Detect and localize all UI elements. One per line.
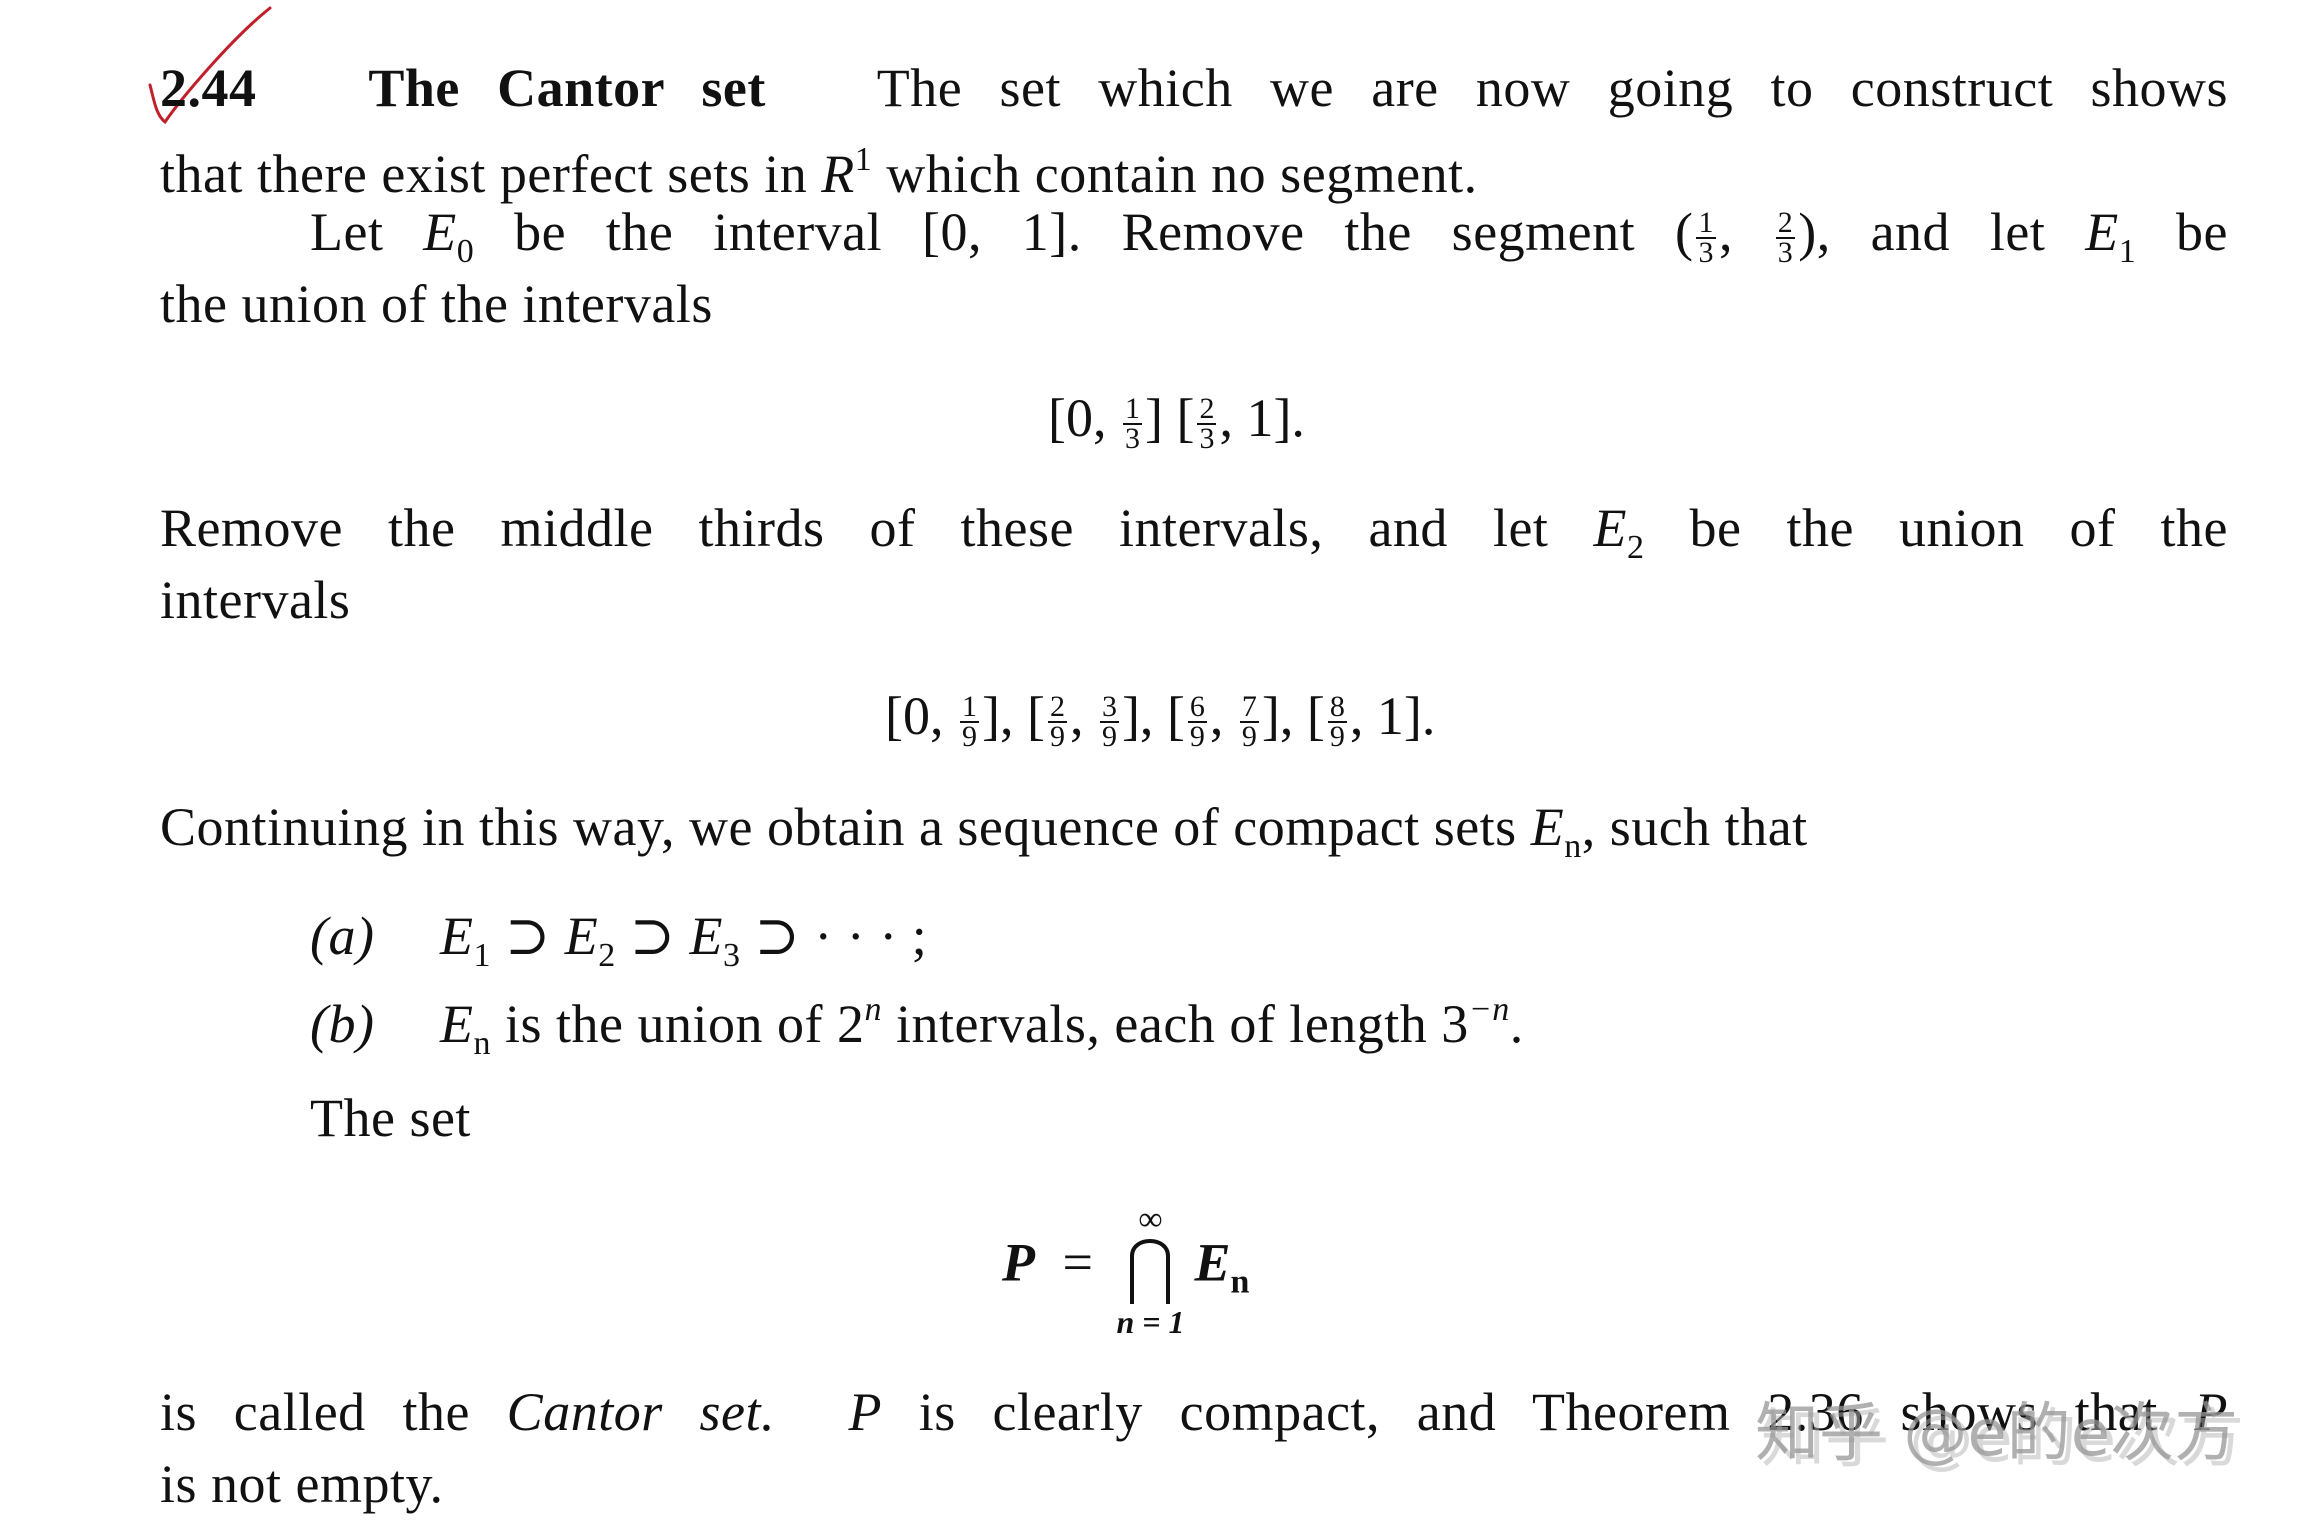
paragraph-1-line-2: that there exist perfect sets in R1 whic…: [160, 141, 1478, 204]
list-item-b: (b) En is the union of 2n intervals, each…: [310, 991, 1524, 1062]
interval: [6 9, 7 9],: [1166, 686, 1307, 753]
paragraph-2-line-2: the union of the intervals: [160, 274, 713, 334]
fraction: 89: [1327, 689, 1347, 753]
interval: [2 9, 3 9],: [1026, 686, 1167, 753]
fraction: 69: [1187, 689, 1207, 753]
fraction-one-third: 13: [1696, 205, 1716, 269]
section-number: 2.44: [160, 58, 257, 118]
symbol-R: R: [821, 144, 855, 204]
fraction: 19: [959, 689, 979, 753]
section-title: The Cantor set: [368, 58, 766, 118]
intro-text: The set which we are now going to constr…: [876, 58, 2228, 118]
list-item-a: (a) E1 ⊃ E2 ⊃ E3 ⊃ · · · ;: [310, 906, 928, 974]
paragraph-4: Continuing in this way, we obtain a sequ…: [160, 797, 1808, 865]
display-equation-E2: [0, 1 9], [2 9, 3 9], [6 9, 7 9], [8 9, 1].: [885, 684, 1435, 751]
paragraph-3-line-2: intervals: [160, 570, 351, 630]
big-intersection-icon: ∞ n = 1: [1116, 1201, 1185, 1340]
zhihu-watermark: 知乎 @e的e次方: [1755, 1397, 2239, 1471]
display-equation-E1: [0, 1 3] [2 3, 1].: [1048, 388, 1305, 455]
fraction-two-thirds: 23: [1775, 205, 1796, 269]
cantor-set-formula: P = ∞ n = 1 En: [1002, 1201, 1250, 1340]
interval: [0, 1 9],: [885, 686, 1027, 753]
fraction: 79: [1239, 689, 1259, 753]
paragraph-1-line-1: 2.44 The Cantor set The set which we are…: [160, 56, 2228, 120]
the-set-text: The set: [310, 1088, 471, 1148]
fraction: 39: [1099, 689, 1119, 753]
fraction: 29: [1047, 689, 1067, 753]
interval: [8 9, 1].: [1306, 686, 1436, 753]
